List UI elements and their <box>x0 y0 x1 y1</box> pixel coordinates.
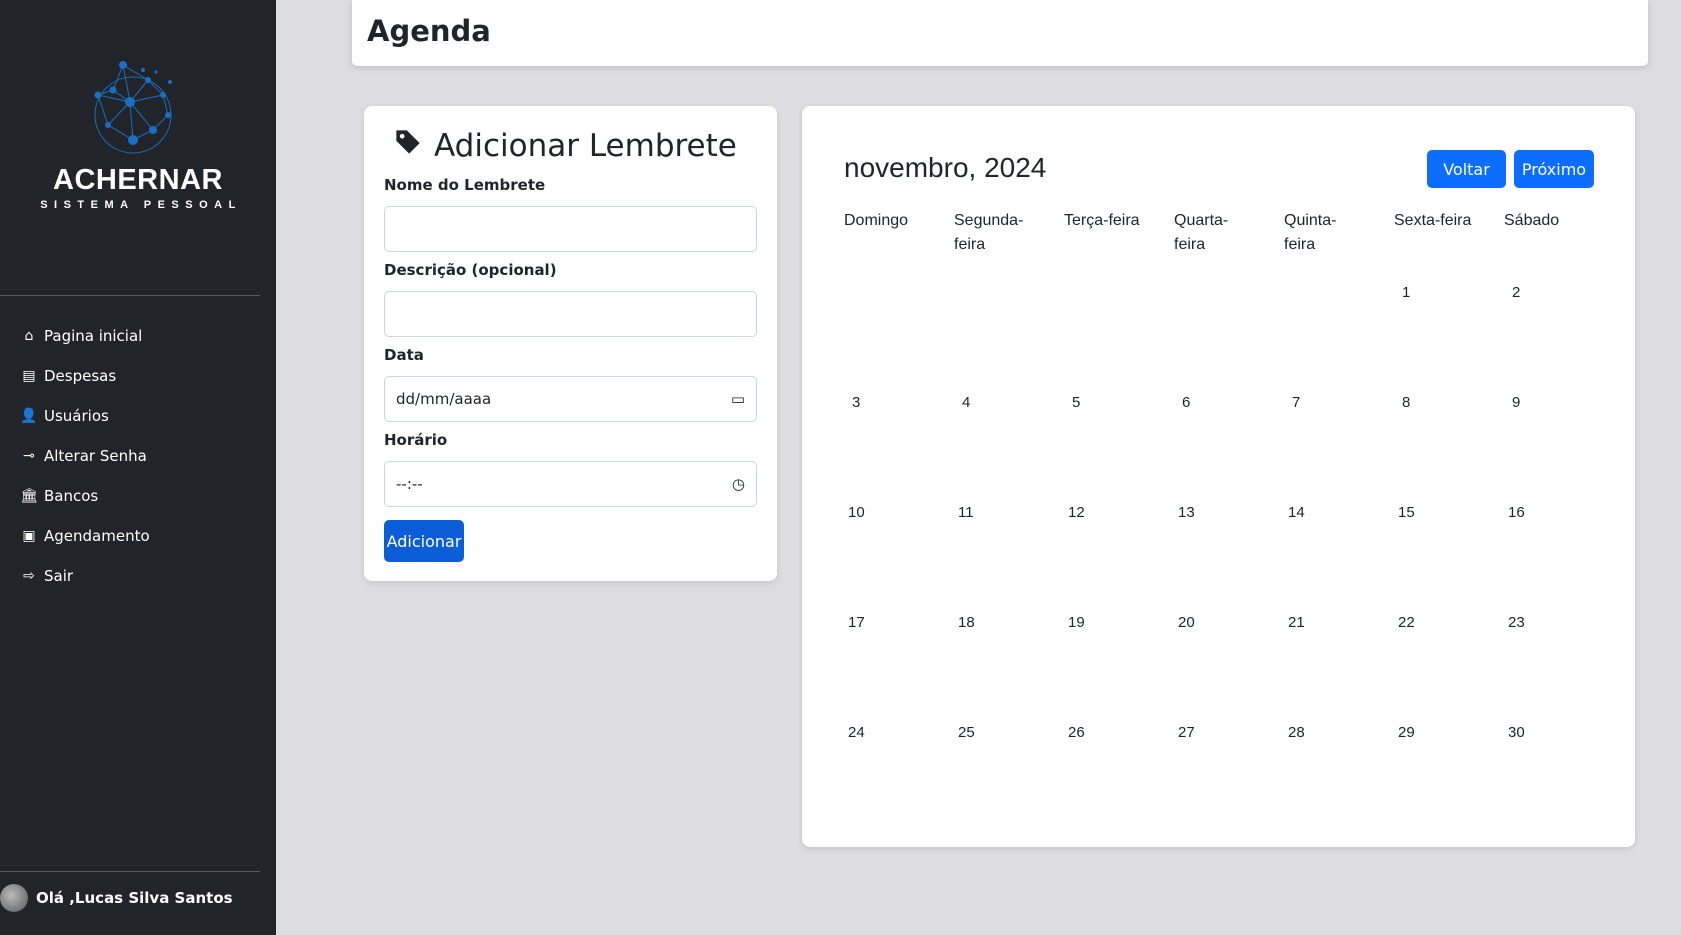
sidebar-item-label: Pagina inicial <box>44 327 143 345</box>
calendar-day[interactable]: 19 <box>1068 614 1085 631</box>
network-globe-logo-icon <box>94 61 172 154</box>
calendar-day[interactable]: 14 <box>1288 504 1305 521</box>
calendar-day[interactable]: 22 <box>1398 614 1415 631</box>
logo: ACHERNAR SISTEMA PESSOAL <box>0 60 276 211</box>
tag-icon <box>394 128 422 164</box>
calendar-day[interactable]: 12 <box>1068 504 1085 521</box>
calendar-check-icon: ▣ <box>22 528 36 544</box>
house-icon: ⌂ <box>24 328 34 344</box>
sidebar-item-sair[interactable]: ⇨ Sair <box>0 556 260 596</box>
page-title: Agenda <box>367 14 491 48</box>
sidebar-item-label: Usuários <box>44 407 109 425</box>
date-input[interactable]: dd/mm/aaaa ▭ <box>384 376 757 422</box>
calendar-day[interactable]: 21 <box>1288 614 1305 631</box>
logout-icon: ⇨ <box>23 568 35 584</box>
calendar-day[interactable]: 3 <box>852 394 860 411</box>
weekday-header: Sábado <box>1504 212 1560 229</box>
calendar-icon[interactable]: ▭ <box>731 390 745 408</box>
sidebar-item-usuarios[interactable]: 👤 Usuários <box>0 396 260 436</box>
date-label: Data <box>384 346 424 364</box>
calendar-day[interactable]: 5 <box>1072 394 1080 411</box>
brand-name: ACHERNAR <box>53 164 223 196</box>
sidebar-item-agendamento[interactable]: ▣ Agendamento <box>0 516 260 556</box>
clock-icon[interactable]: ◷ <box>732 475 745 493</box>
sidebar-item-label: Agendamento <box>44 527 150 545</box>
weekday-header: Terça-feira <box>1064 212 1140 229</box>
description-input[interactable] <box>384 291 757 337</box>
sidebar-item-bancos[interactable]: 🏛 Bancos <box>0 476 260 516</box>
calendar-day[interactable]: 17 <box>848 614 865 631</box>
sidebar-item-label: Sair <box>44 567 74 585</box>
sidebar-item-label: Bancos <box>44 487 99 505</box>
calendar-day[interactable]: 8 <box>1402 394 1410 411</box>
sidebar-item-pagina-inicial[interactable]: ⌂ Pagina inicial <box>0 316 260 356</box>
time-placeholder: --:-- <box>396 475 423 493</box>
weekday-header: Quinta- feira <box>1284 212 1337 253</box>
page-header: Agenda <box>352 0 1648 66</box>
form-title: Adicionar Lembrete <box>394 128 737 164</box>
calendar-day[interactable]: 11 <box>958 504 974 521</box>
next-month-button[interactable]: Próximo <box>1514 150 1594 188</box>
weekday-header: Sexta-feira <box>1394 212 1472 229</box>
sidebar: ACHERNAR SISTEMA PESSOAL ⌂ Pagina inicial… <box>0 0 276 935</box>
key-icon: ⊸ <box>23 448 35 464</box>
calendar-day[interactable]: 10 <box>848 504 865 521</box>
weekday-header: Quarta- feira <box>1174 212 1229 253</box>
calendar-day[interactable]: 27 <box>1178 724 1195 741</box>
description-label: Descrição (opcional) <box>384 261 557 279</box>
calendar-day[interactable]: 20 <box>1178 614 1195 631</box>
bank-icon: 🏛 <box>20 488 38 504</box>
calendar-month-title: novembro, 2024 <box>844 152 1047 183</box>
calendar-day[interactable]: 26 <box>1068 724 1085 741</box>
sidebar-nav: ⌂ Pagina inicial ▤ Despesas 👤 Usuários ⊸ Alt… <box>0 316 260 596</box>
sidebar-item-despesas[interactable]: ▤ Despesas <box>0 356 260 396</box>
divider <box>0 295 260 296</box>
calendar-day[interactable]: 9 <box>1512 394 1520 411</box>
add-button[interactable]: Adicionar <box>384 520 464 562</box>
id-card-icon: ▤ <box>22 368 36 384</box>
calendar-day[interactable]: 30 <box>1508 724 1525 741</box>
calendar-day[interactable]: 24 <box>848 724 865 741</box>
calendar-day[interactable]: 25 <box>958 724 975 741</box>
weekday-header: Domingo <box>844 212 909 229</box>
calendar-day[interactable]: 2 <box>1512 284 1520 301</box>
form-title-text: Adicionar Lembrete <box>434 128 737 164</box>
calendar-day[interactable]: 6 <box>1182 394 1190 411</box>
calendar-day[interactable]: 16 <box>1508 504 1525 521</box>
sidebar-item-label: Despesas <box>44 367 117 385</box>
time-label: Horário <box>384 431 448 449</box>
name-label: Nome do Lembrete <box>384 176 546 194</box>
divider <box>0 871 260 872</box>
avatar <box>0 884 28 912</box>
calendar-day[interactable]: 7 <box>1292 394 1300 411</box>
name-input[interactable] <box>384 206 757 252</box>
weekday-header: Segunda- feira <box>954 212 1024 253</box>
sidebar-item-alterar-senha[interactable]: ⊸ Alterar Senha <box>0 436 260 476</box>
calendar-day[interactable]: 29 <box>1398 724 1415 741</box>
calendar-day[interactable]: 1 <box>1402 284 1410 301</box>
calendar-day[interactable]: 18 <box>958 614 975 631</box>
brand-subtitle: SISTEMA PESSOAL <box>40 199 242 211</box>
time-input[interactable]: --:-- ◷ <box>384 461 757 507</box>
user-profile[interactable]: Olá ,Lucas Silva Santos <box>0 884 233 912</box>
date-placeholder: dd/mm/aaaa <box>396 390 492 408</box>
calendar-day[interactable]: 28 <box>1288 724 1305 741</box>
calendar-card: novembro, 2024 Voltar Próximo Domingo Seg… <box>802 106 1635 847</box>
user-greeting: Olá ,Lucas Silva Santos <box>36 889 233 907</box>
calendar-day[interactable]: 23 <box>1508 614 1525 631</box>
add-reminder-card: Adicionar Lembrete Nome do Lembrete Desc… <box>364 106 777 581</box>
calendar-day[interactable]: 15 <box>1398 504 1415 521</box>
sidebar-item-label: Alterar Senha <box>44 447 147 465</box>
calendar-day[interactable]: 13 <box>1178 504 1195 521</box>
calendar-day[interactable]: 4 <box>962 394 970 411</box>
previous-month-button[interactable]: Voltar <box>1427 150 1506 188</box>
user-gear-icon: 👤 <box>20 408 38 424</box>
